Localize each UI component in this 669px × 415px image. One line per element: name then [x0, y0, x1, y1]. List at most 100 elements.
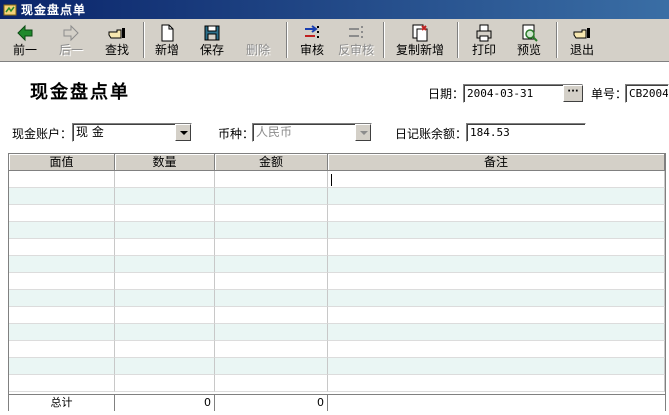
- table-row[interactable]: [9, 307, 665, 324]
- cell-denomination[interactable]: [9, 239, 115, 256]
- cell-remark[interactable]: [328, 239, 665, 256]
- cell-denomination[interactable]: [9, 205, 115, 222]
- cell-remark[interactable]: [328, 324, 665, 341]
- cell-remark[interactable]: [328, 358, 665, 375]
- cell-remark[interactable]: [328, 341, 665, 358]
- audit-button[interactable]: 审核: [297, 21, 327, 59]
- unaudit-button[interactable]: 反审核: [336, 21, 376, 59]
- prev-button[interactable]: 前一: [8, 21, 42, 59]
- audit-icon: [302, 23, 322, 43]
- cell-remark[interactable]: [328, 273, 665, 290]
- column-header-denomination[interactable]: 面值: [9, 154, 115, 171]
- cell-amount[interactable]: [215, 171, 328, 188]
- cell-quantity[interactable]: [115, 375, 215, 392]
- cell-denomination[interactable]: [9, 358, 115, 375]
- column-header-remark[interactable]: 备注: [328, 154, 665, 171]
- cell-amount[interactable]: [215, 205, 328, 222]
- window-title: 现金盘点单: [21, 3, 87, 17]
- cell-denomination[interactable]: [9, 375, 115, 392]
- cell-quantity[interactable]: [115, 307, 215, 324]
- table-row[interactable]: [9, 188, 665, 205]
- cell-quantity[interactable]: [115, 171, 215, 188]
- currency-dropdown-button[interactable]: [355, 124, 371, 141]
- number-label: 单号：: [591, 87, 628, 101]
- table-row[interactable]: [9, 205, 665, 222]
- find-button[interactable]: 查找: [100, 21, 134, 59]
- cell-remark[interactable]: [328, 307, 665, 324]
- cell-quantity[interactable]: [115, 239, 215, 256]
- cell-denomination[interactable]: [9, 273, 115, 290]
- cell-remark[interactable]: [328, 290, 665, 307]
- cell-quantity[interactable]: [115, 358, 215, 375]
- cell-denomination[interactable]: [9, 256, 115, 273]
- next-button[interactable]: 后一: [54, 21, 88, 59]
- grid-body[interactable]: [9, 171, 665, 392]
- cell-remark[interactable]: [328, 205, 665, 222]
- new-document-icon: [157, 23, 177, 43]
- cell-quantity[interactable]: [115, 341, 215, 358]
- exit-hand-icon: [572, 23, 592, 43]
- arrow-left-icon: [15, 23, 35, 43]
- cell-amount[interactable]: [215, 290, 328, 307]
- save-button[interactable]: 保存: [197, 21, 227, 59]
- exit-button[interactable]: 退出: [566, 21, 598, 59]
- cell-amount[interactable]: [215, 375, 328, 392]
- table-row[interactable]: [9, 239, 665, 256]
- cell-remark[interactable]: [328, 171, 665, 188]
- account-select[interactable]: 现 金: [72, 123, 192, 142]
- delete-button[interactable]: 删除: [243, 21, 273, 59]
- table-row[interactable]: [9, 171, 665, 188]
- toolbar: 前一 后一 查找 新增 保存 删除 审核 反审核 复制新增 打印 预览 退出: [0, 19, 669, 62]
- cell-remark[interactable]: [328, 256, 665, 273]
- cell-amount[interactable]: [215, 341, 328, 358]
- account-dropdown-button[interactable]: [175, 124, 191, 141]
- table-row[interactable]: [9, 358, 665, 375]
- cell-quantity[interactable]: [115, 256, 215, 273]
- number-field[interactable]: CB20040: [625, 84, 669, 103]
- cell-quantity[interactable]: [115, 290, 215, 307]
- date-picker-button[interactable]: ···: [563, 85, 583, 102]
- cell-amount[interactable]: [215, 358, 328, 375]
- floppy-disk-icon: [202, 23, 222, 43]
- cell-remark[interactable]: [328, 375, 665, 392]
- cell-amount[interactable]: [215, 307, 328, 324]
- cell-remark[interactable]: [328, 188, 665, 205]
- cell-remark[interactable]: [328, 222, 665, 239]
- table-row[interactable]: [9, 222, 665, 239]
- cell-amount[interactable]: [215, 222, 328, 239]
- cell-quantity[interactable]: [115, 222, 215, 239]
- preview-icon: [519, 23, 539, 43]
- cell-amount[interactable]: [215, 324, 328, 341]
- cell-denomination[interactable]: [9, 307, 115, 324]
- copy-document-icon: [410, 23, 430, 43]
- denomination-grid[interactable]: 面值 数量 金额 备注 总计 0 0: [8, 153, 666, 411]
- table-row[interactable]: [9, 375, 665, 392]
- cell-quantity[interactable]: [115, 273, 215, 290]
- table-row[interactable]: [9, 341, 665, 358]
- cell-denomination[interactable]: [9, 341, 115, 358]
- cell-denomination[interactable]: [9, 222, 115, 239]
- print-button[interactable]: 打印: [469, 21, 499, 59]
- table-row[interactable]: [9, 324, 665, 341]
- cell-quantity[interactable]: [115, 324, 215, 341]
- table-row[interactable]: [9, 273, 665, 290]
- copy-new-button[interactable]: 复制新增: [393, 21, 447, 59]
- cell-amount[interactable]: [215, 239, 328, 256]
- cell-denomination[interactable]: [9, 324, 115, 341]
- cell-amount[interactable]: [215, 256, 328, 273]
- cell-denomination[interactable]: [9, 171, 115, 188]
- document-title: 现金盘点单: [30, 82, 130, 103]
- column-header-quantity[interactable]: 数量: [115, 154, 215, 171]
- cell-quantity[interactable]: [115, 188, 215, 205]
- cell-denomination[interactable]: [9, 290, 115, 307]
- new-button[interactable]: 新增: [152, 21, 182, 59]
- currency-select[interactable]: 人民币: [252, 123, 372, 142]
- cell-quantity[interactable]: [115, 205, 215, 222]
- cell-amount[interactable]: [215, 273, 328, 290]
- table-row[interactable]: [9, 290, 665, 307]
- preview-button[interactable]: 预览: [514, 21, 544, 59]
- cell-amount[interactable]: [215, 188, 328, 205]
- column-header-amount[interactable]: 金额: [215, 154, 328, 171]
- cell-denomination[interactable]: [9, 188, 115, 205]
- table-row[interactable]: [9, 256, 665, 273]
